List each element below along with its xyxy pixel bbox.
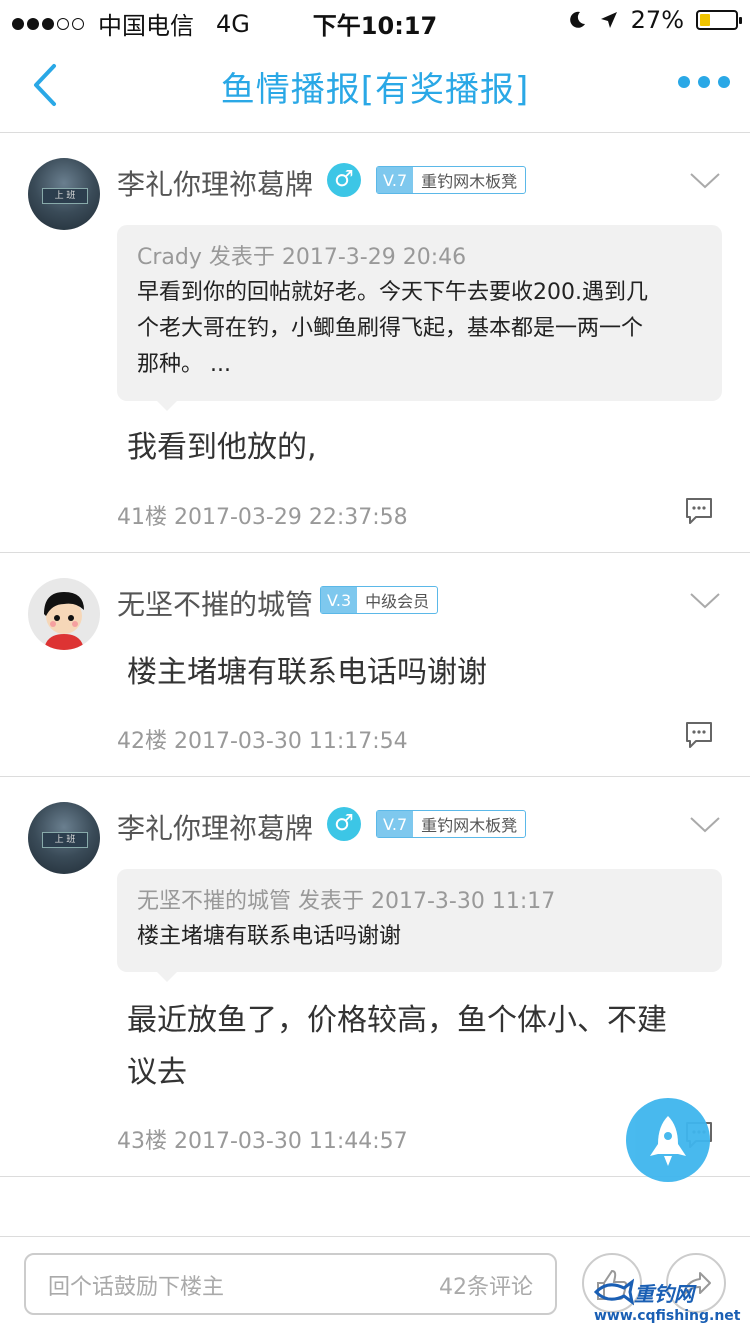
- quoted-reply[interactable]: Crady 发表于 2017-3-29 20:46 早看到你的回帖就好老。今天下…: [117, 225, 722, 411]
- comment-icon[interactable]: [684, 497, 714, 525]
- user-level-badge: V.3 中级会员: [320, 586, 439, 614]
- quote-meta: 无坚不摧的城管 发表于 2017-3-30 11:17: [137, 889, 556, 914]
- post-content: 我看到他放的,: [127, 422, 717, 474]
- watermark-url: www.cqfishing.net: [594, 1308, 741, 1324]
- username[interactable]: 李礼你理祢葛牌: [117, 163, 313, 203]
- post-41: 上 班 李礼你理祢葛牌 ♂ V.7 重钓网木板凳 Crady 发表于 2017-…: [0, 133, 750, 553]
- level-label: V.7: [377, 811, 414, 837]
- fish-logo-icon: [594, 1278, 634, 1306]
- quote-line: 楼主堵塘有联系电话吗谢谢: [137, 924, 402, 949]
- quote-line: 那种。 ...: [137, 352, 231, 377]
- level-label: V.7: [377, 167, 414, 193]
- content-line: 楼主堵塘有联系电话吗谢谢: [127, 655, 487, 690]
- chevron-down-icon[interactable]: [690, 593, 720, 609]
- user-level-badge: V.7 重钓网木板凳: [376, 810, 527, 838]
- page-title: 鱼情播报[有奖播报]: [220, 70, 530, 110]
- content-line: 最近放鱼了，价格较高，鱼个体小、不建: [127, 1003, 667, 1038]
- comment-placeholder: 回个话鼓励下楼主: [48, 1275, 225, 1300]
- floor-timestamp: 43楼 2017-03-30 11:44:57: [117, 1129, 408, 1154]
- location-arrow-icon: [600, 12, 617, 28]
- quoted-reply[interactable]: 无坚不摧的城管 发表于 2017-3-30 11:17 楼主堵塘有联系电话吗谢谢: [117, 869, 722, 982]
- level-label: V.3: [321, 587, 358, 613]
- content-line: 我看到他放的,: [127, 430, 317, 465]
- comment-icon[interactable]: [684, 721, 714, 749]
- content-line: 议去: [127, 1055, 187, 1090]
- rocket-icon: [650, 1116, 686, 1166]
- comment-input[interactable]: 回个话鼓励下楼主 42条评论: [24, 1253, 557, 1315]
- floor-timestamp: 42楼 2017-03-30 11:17:54: [117, 729, 408, 754]
- watermark-name: 重钓网: [634, 1282, 694, 1306]
- chevron-down-icon[interactable]: [690, 173, 720, 189]
- post-content: 楼主堵塘有联系电话吗谢谢: [127, 647, 717, 699]
- rank-label: 中级会员: [365, 592, 430, 611]
- status-bar: 中国电信 4G 下午10:17 27%: [0, 0, 750, 40]
- male-gender-icon: ♂: [327, 807, 361, 841]
- battery-percent: 27%: [630, 6, 684, 34]
- user-level-badge: V.7 重钓网木板凳: [376, 166, 527, 194]
- cartoon-avatar-icon: [44, 592, 84, 650]
- rank-label: 重钓网木板凳: [421, 172, 518, 191]
- chevron-down-icon[interactable]: [690, 817, 720, 833]
- male-gender-icon: ♂: [327, 163, 361, 197]
- more-options-icon[interactable]: [678, 76, 730, 88]
- quote-meta: Crady 发表于 2017-3-29 20:46: [137, 245, 467, 270]
- navigation-bar: 鱼情播报[有奖播报]: [0, 40, 750, 133]
- avatar[interactable]: [28, 578, 100, 650]
- comment-count[interactable]: 42条评论: [439, 1269, 533, 1301]
- quote-line: 个老大哥在钓，小鲫鱼刷得飞起，基本都是一两一个: [137, 316, 644, 341]
- rank-label: 重钓网木板凳: [421, 816, 518, 835]
- avatar[interactable]: 上 班: [28, 802, 100, 874]
- post-42: 无坚不摧的城管 V.3 中级会员 楼主堵塘有联系电话吗谢谢 42楼 2017-0…: [0, 553, 750, 777]
- site-watermark: 重钓网 www.cqfishing.net: [594, 1278, 744, 1328]
- post-content: 最近放鱼了，价格较高，鱼个体小、不建 议去: [127, 995, 717, 1099]
- floor-timestamp: 41楼 2017-03-29 22:37:58: [117, 505, 408, 530]
- battery-icon: [696, 10, 742, 30]
- quote-line: 早看到你的回帖就好老。今天下午去要收200.遇到几: [137, 280, 648, 305]
- back-to-top-button[interactable]: [626, 1098, 710, 1182]
- avatar[interactable]: 上 班: [28, 158, 100, 230]
- moon-icon: [569, 11, 585, 28]
- username[interactable]: 李礼你理祢葛牌: [117, 807, 313, 847]
- username[interactable]: 无坚不摧的城管: [117, 583, 313, 623]
